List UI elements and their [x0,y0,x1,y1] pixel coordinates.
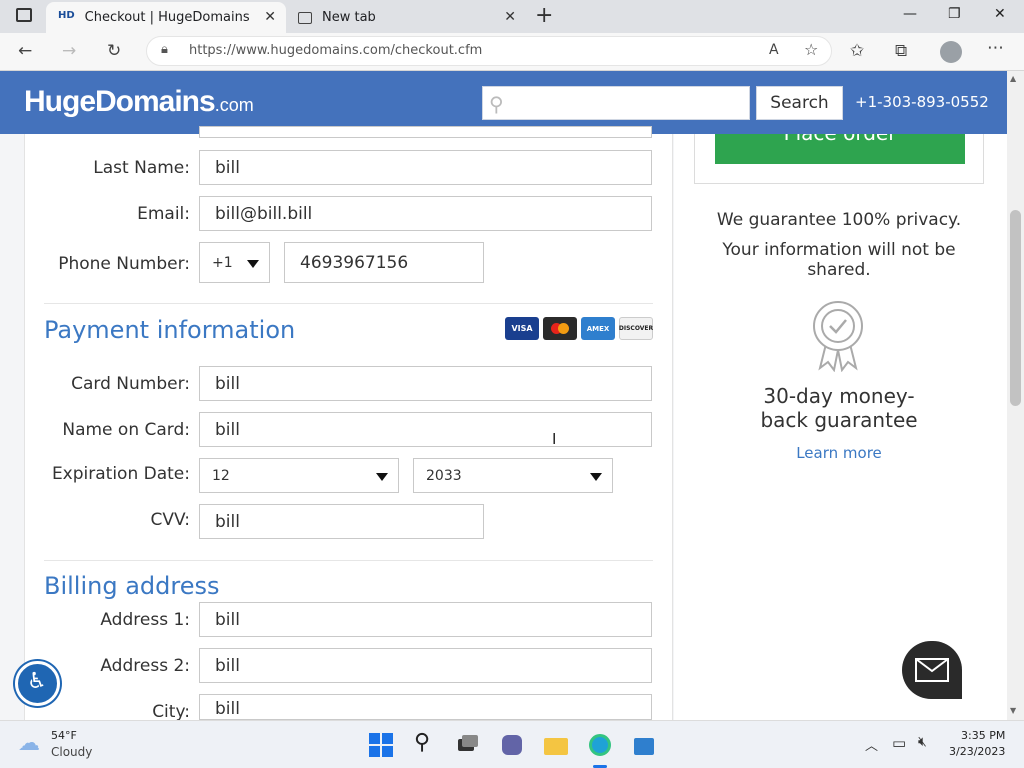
hugedomains-logo[interactable]: HugeDomains.com [24,85,254,119]
new-tab-page-icon [298,11,312,24]
place-order-button[interactable]: Place order [715,134,965,164]
clock-time[interactable]: 3:35 PM [961,729,1005,742]
money-back-guarantee: 30-day money-back guarantee [760,384,918,432]
chat-mail-button[interactable] [902,641,962,699]
settings-more-icon[interactable]: ⋯ [987,38,1004,58]
restore-icon[interactable]: ❐ [948,6,961,22]
accessibility-icon: ♿︎ [27,669,47,694]
cvv-field[interactable]: bill [199,504,484,539]
search-button[interactable]: Search [756,86,843,120]
visa-card-icon: VISA [505,317,539,340]
chevron-down-icon [247,259,259,268]
teams-chat-icon[interactable] [500,733,524,757]
browser-tab-bar: HD Checkout | HugeDomains ✕ New tab ✕ + … [0,0,1024,33]
card-number-label: Card Number: [71,374,190,394]
tab-new-tab[interactable]: New tab ✕ [288,2,526,33]
search-icon: ⚲ [489,92,504,116]
chevron-down-icon [590,472,602,481]
hugedomains-favicon: HD [58,9,75,21]
new-tab-button[interactable]: + [535,3,553,28]
scroll-up-arrow[interactable]: ▲ [1010,74,1016,83]
phone-country-code-select[interactable]: +1 [199,242,270,283]
collections-icon[interactable]: ⧉ [895,41,907,61]
store-icon[interactable] [632,733,656,757]
privacy-guarantee-text: We guarantee 100% privacy. [716,210,962,230]
site-header: HugeDomains.com ⚲ Search +1-303-893-0552 [0,71,1007,134]
discover-card-icon: DISCOVER [619,317,653,340]
taskbar-search-icon[interactable]: ⚲ [414,730,438,755]
tab-actions-icon[interactable] [16,8,32,22]
address1-field[interactable]: bill [199,602,652,637]
privacy-info-text: Your information will not be shared. [722,240,956,280]
tab-title: New tab [322,10,376,25]
url-text: https://www.hugedomains.com/checkout.cfm [189,43,483,58]
tab-title: Checkout | HugeDomains [84,10,250,25]
name-on-card-field[interactable]: bill [199,412,652,447]
last-name-field[interactable]: bill [199,150,652,185]
back-icon[interactable]: ← [18,41,32,61]
guarantee-badge-icon [813,301,863,372]
learn-more-link[interactable]: Learn more [694,444,984,462]
search-input[interactable]: ⚲ [482,86,750,120]
chevron-down-icon [376,472,388,481]
add-favorite-icon[interactable]: ☆ [804,40,818,59]
cloudy-weather-icon: ☁ [18,731,40,756]
chevron-up-icon[interactable]: ︿ [865,735,878,754]
first-name-field[interactable] [199,126,652,138]
task-view-icon[interactable] [456,733,480,757]
exp-month-select[interactable]: 12 [199,458,399,493]
cvv-label: CVV: [150,510,190,530]
windows-start-icon[interactable] [369,733,393,757]
name-on-card-label: Name on Card: [62,420,190,440]
close-tab-icon[interactable]: ✕ [264,9,276,25]
refresh-icon[interactable]: ↻ [107,41,121,61]
windows-taskbar: ☁ 54°F Cloudy ⚲ ︿ ▭ 🔇︎ 3:35 PM 3/23/2023 [0,720,1024,768]
divider [44,560,653,561]
email-field[interactable]: bill@bill.bill [199,196,652,231]
file-explorer-icon[interactable] [544,733,568,757]
temperature[interactable]: 54°F [51,729,77,742]
phone-label: Phone Number: [58,254,190,274]
accessibility-button[interactable]: ♿︎ [15,661,60,706]
card-number-field[interactable]: bill [199,366,652,401]
envelope-icon [915,658,949,682]
phone-number[interactable]: +1-303-893-0552 [855,93,989,111]
weather-condition[interactable]: Cloudy [51,745,92,759]
forward-icon[interactable]: → [62,41,76,61]
scroll-down-arrow[interactable]: ▼ [1010,706,1016,715]
browser-toolbar: ← → ↻ 🔒︎ https://www.hugedomains.com/che… [0,33,1024,71]
volume-muted-icon[interactable]: 🔇︎ [918,734,927,750]
close-tab-icon[interactable]: ✕ [504,9,516,25]
network-icon[interactable]: ▭ [892,734,906,752]
mastercard-icon [543,317,577,340]
clock-date[interactable]: 3/23/2023 [949,745,1005,758]
minimize-icon[interactable]: — [903,6,917,22]
favorites-icon[interactable]: ✩ [850,41,864,61]
payment-section-title: Payment information [44,316,296,344]
city-field[interactable]: bill [199,694,652,720]
expiration-label: Expiration Date: [51,464,190,484]
last-name-label: Last Name: [93,158,190,178]
close-window-icon[interactable]: ✕ [994,6,1006,22]
lock-icon: 🔒︎ [161,42,168,57]
billing-section-title: Billing address [44,572,220,600]
text-cursor-icon: I [552,430,557,448]
scrollbar-thumb[interactable] [1010,210,1021,406]
profile-avatar[interactable] [940,41,962,63]
tab-checkout[interactable]: HD Checkout | HugeDomains ✕ [46,2,286,33]
amex-card-icon: AMEX [581,317,615,340]
exp-year-select[interactable]: 2033 [413,458,613,493]
read-aloud-icon[interactable]: A [769,42,779,58]
edge-browser-icon[interactable] [588,733,612,757]
address2-field[interactable]: bill [199,648,652,683]
address1-label: Address 1: [100,610,190,630]
divider [44,303,653,304]
phone-number-field[interactable]: 4693967156 [284,242,484,283]
email-label: Email: [137,204,190,224]
city-label: City: [152,702,190,722]
address-bar[interactable]: 🔒︎ https://www.hugedomains.com/checkout.… [146,36,832,66]
